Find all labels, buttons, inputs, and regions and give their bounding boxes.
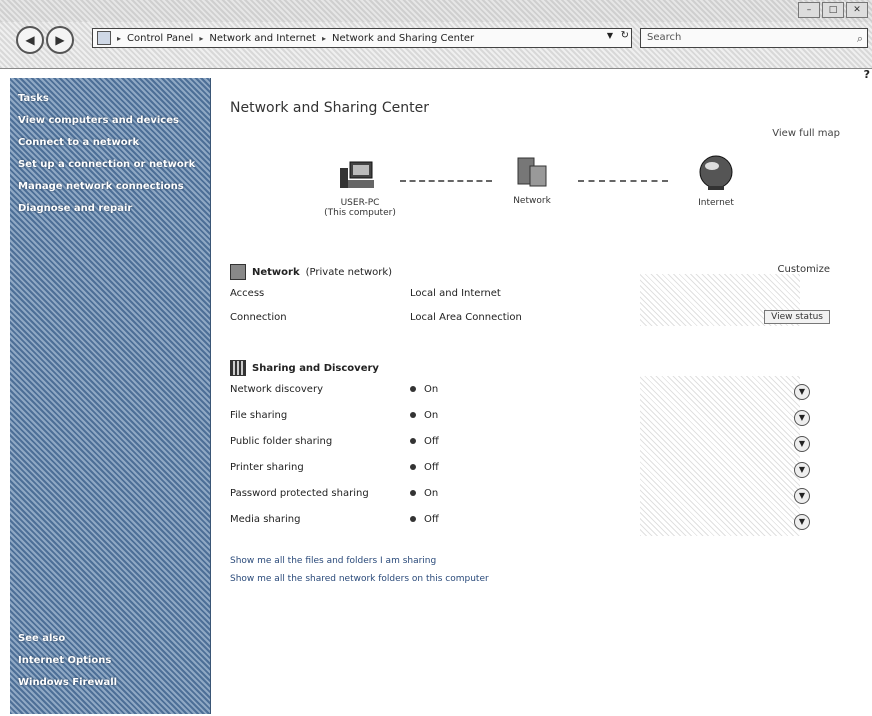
map-link-line bbox=[400, 180, 492, 182]
control-panel-icon bbox=[97, 31, 111, 45]
sharing-row-label: File sharing bbox=[230, 410, 288, 421]
status-dot-icon bbox=[410, 438, 416, 444]
sharing-row: Network discovery On bbox=[230, 384, 790, 402]
map-node-internet[interactable]: Internet bbox=[666, 154, 766, 208]
sharing-row-value: Off bbox=[424, 436, 439, 447]
address-bar[interactable]: ▸ Control Panel ▸ Network and Internet ▸… bbox=[92, 28, 632, 48]
forward-arrow-icon: ▶ bbox=[55, 33, 65, 47]
breadcrumb-network-sharing-center[interactable]: Network and Sharing Center bbox=[332, 33, 474, 44]
connection-value: Local Area Connection bbox=[410, 312, 522, 323]
expand-chevron-icon[interactable]: ▼ bbox=[794, 462, 810, 478]
breadcrumb-separator-icon: ▸ bbox=[321, 33, 326, 43]
view-full-map-link[interactable]: View full map bbox=[772, 128, 840, 139]
sidebar-item-diagnose-repair[interactable]: Diagnose and repair bbox=[10, 198, 210, 220]
sidebar-item-connect-network[interactable]: Connect to a network bbox=[10, 132, 210, 154]
close-button[interactable]: ✕ bbox=[846, 2, 868, 18]
globe-icon bbox=[699, 155, 733, 190]
sidebar-item-internet-options[interactable]: Internet Options bbox=[10, 650, 210, 672]
sharing-row-value: Off bbox=[424, 514, 439, 525]
access-label: Access bbox=[230, 288, 265, 299]
network-bench-icon bbox=[230, 264, 246, 280]
maximize-button[interactable]: □ bbox=[822, 2, 844, 18]
sharing-row: Public folder sharing Off bbox=[230, 436, 790, 454]
view-status-button[interactable]: View status bbox=[764, 310, 830, 324]
status-dot-icon bbox=[410, 412, 416, 418]
back-button[interactable]: ◀ bbox=[16, 26, 44, 54]
sharing-row-value: Off bbox=[424, 462, 439, 473]
sharing-row: Media sharing Off bbox=[230, 514, 790, 532]
sidebar-item-manage-connections[interactable]: Manage network connections bbox=[10, 176, 210, 198]
sharing-section-heading: Sharing and Discovery bbox=[230, 360, 379, 376]
expand-chevron-icon[interactable]: ▼ bbox=[794, 514, 810, 530]
map-node-computer[interactable]: USER-PC (This computer) bbox=[310, 160, 410, 218]
computer-name: USER-PC bbox=[340, 198, 380, 208]
computer-sub: (This computer) bbox=[324, 208, 396, 218]
expand-chevron-icon[interactable]: ▼ bbox=[794, 410, 810, 426]
page-title: Network and Sharing Center bbox=[230, 100, 430, 116]
sharing-row: Password protected sharing On bbox=[230, 488, 790, 506]
sharing-row-value: On bbox=[424, 488, 439, 499]
breadcrumb-control-panel[interactable]: Control Panel bbox=[127, 33, 193, 44]
status-dot-icon bbox=[410, 490, 416, 496]
window-controls: – □ ✕ bbox=[798, 2, 868, 18]
network-access-row: Access Local and Internet bbox=[230, 288, 790, 306]
status-dot-icon bbox=[410, 464, 416, 470]
title-bar: – □ ✕ bbox=[0, 0, 872, 23]
breadcrumb-separator-icon: ▸ bbox=[199, 33, 204, 43]
sidebar-tasks-heading: Tasks bbox=[18, 93, 49, 104]
search-placeholder: Search bbox=[647, 32, 682, 43]
sharing-icon bbox=[230, 360, 246, 376]
connection-label: Connection bbox=[230, 312, 287, 323]
sharing-row-value: On bbox=[424, 384, 439, 395]
search-input[interactable]: Search ⌕ bbox=[640, 28, 868, 48]
sharing-row-label: Media sharing bbox=[230, 514, 301, 525]
breadcrumb-network-and-internet[interactable]: Network and Internet bbox=[209, 33, 316, 44]
map-node-network[interactable]: Network bbox=[482, 156, 582, 206]
internet-label: Internet bbox=[698, 198, 734, 208]
sharing-row: Printer sharing Off bbox=[230, 462, 790, 480]
network-label: Network bbox=[513, 196, 551, 206]
sharing-row-label: Printer sharing bbox=[230, 462, 304, 473]
sharing-row: File sharing On bbox=[230, 410, 790, 428]
expand-chevron-icon[interactable]: ▼ bbox=[794, 488, 810, 504]
sharing-title: Sharing and Discovery bbox=[252, 362, 379, 374]
network-name: Network bbox=[252, 266, 300, 278]
refresh-icon[interactable]: ↻ bbox=[621, 30, 629, 41]
main-content: Network and Sharing Center View full map… bbox=[220, 78, 868, 714]
map-link-line bbox=[578, 180, 668, 182]
search-icon[interactable]: ⌕ bbox=[857, 30, 863, 48]
show-shared-folders-link[interactable]: Show me all the shared network folders o… bbox=[230, 574, 489, 584]
sidebar-item-windows-firewall[interactable]: Windows Firewall bbox=[10, 672, 210, 694]
address-dropdown-icon[interactable]: ▼ bbox=[607, 31, 613, 40]
status-dot-icon bbox=[410, 516, 416, 522]
sharing-row-label: Network discovery bbox=[230, 384, 323, 395]
sidebar-item-view-computers[interactable]: View computers and devices bbox=[10, 110, 210, 132]
sidebar-item-setup-connection[interactable]: Set up a connection or network bbox=[10, 154, 210, 176]
access-value: Local and Internet bbox=[410, 288, 501, 299]
sidebar-see-also: See also Internet Options Windows Firewa… bbox=[10, 628, 210, 694]
forward-button[interactable]: ▶ bbox=[46, 26, 74, 54]
network-section-heading: Network (Private network) bbox=[230, 264, 392, 280]
status-dot-icon bbox=[410, 386, 416, 392]
sidebar: Tasks View computers and devices Connect… bbox=[10, 78, 211, 714]
network-connection-row: Connection Local Area Connection bbox=[230, 312, 790, 330]
show-shared-files-link[interactable]: Show me all the files and folders I am s… bbox=[230, 556, 436, 566]
computer-icon bbox=[340, 161, 374, 188]
minimize-button[interactable]: – bbox=[798, 2, 820, 18]
expand-chevron-icon[interactable]: ▼ bbox=[794, 436, 810, 452]
network-icon bbox=[517, 157, 547, 187]
expand-chevron-icon[interactable]: ▼ bbox=[794, 384, 810, 400]
sharing-row-label: Password protected sharing bbox=[230, 488, 369, 499]
back-arrow-icon: ◀ bbox=[25, 33, 35, 47]
sharing-row-label: Public folder sharing bbox=[230, 436, 333, 447]
sharing-row-value: On bbox=[424, 410, 439, 421]
breadcrumb-separator-icon: ▸ bbox=[117, 33, 122, 43]
sidebar-see-also-heading: See also bbox=[18, 633, 66, 644]
network-type: (Private network) bbox=[305, 266, 393, 278]
